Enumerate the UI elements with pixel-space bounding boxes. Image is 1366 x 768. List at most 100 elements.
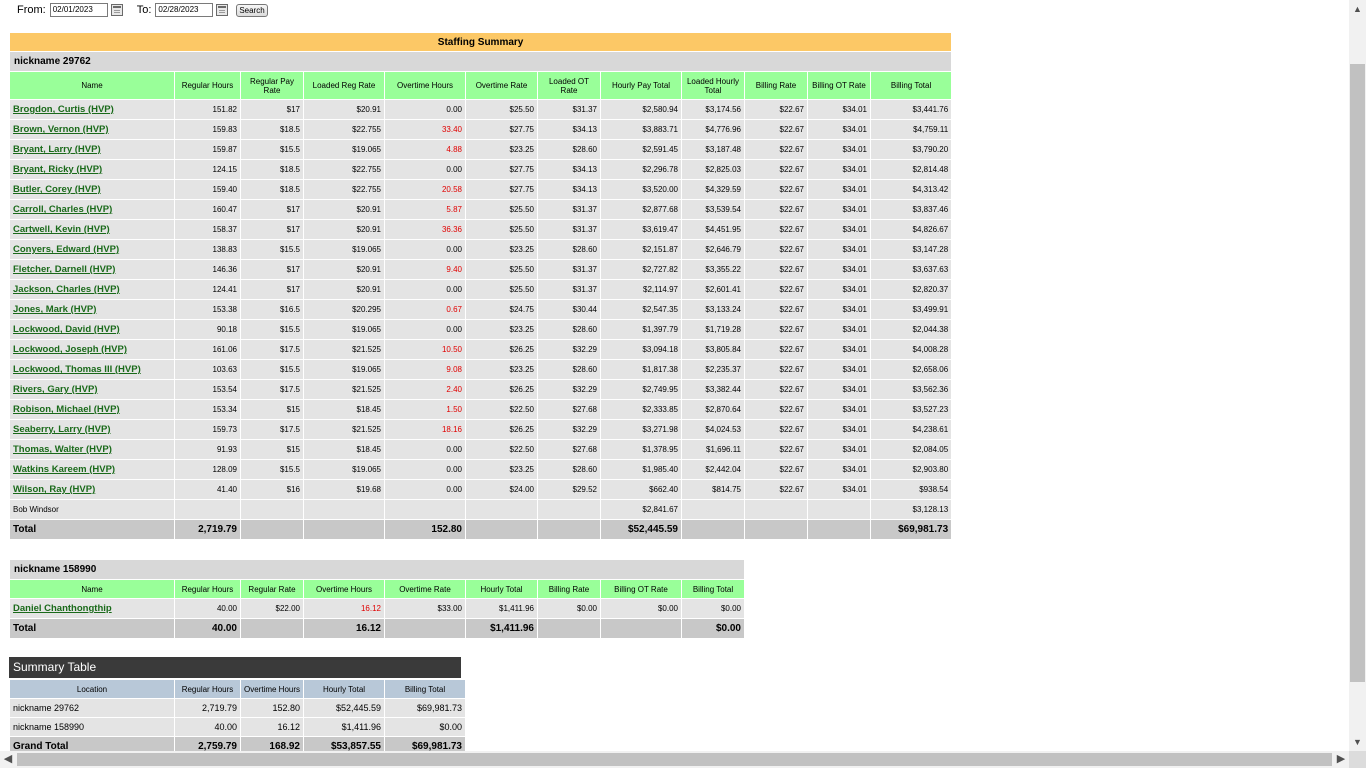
employee-link[interactable]: Watkins Kareem (HVP) bbox=[13, 464, 115, 475]
value-cell: $2,547.35 bbox=[600, 299, 682, 320]
employee-link[interactable]: Brogdon, Curtis (HVP) bbox=[13, 104, 114, 115]
employee-link[interactable]: Fletcher, Darnell (HVP) bbox=[13, 264, 115, 275]
value-cell: $2,442.04 bbox=[681, 459, 745, 480]
value-cell: 0.67 bbox=[384, 299, 466, 320]
page-viewport: From: To: Search Staffing Summary nickna… bbox=[0, 0, 1349, 751]
employee-link[interactable]: Lockwood, David (HVP) bbox=[13, 324, 120, 335]
column-header: Regular Hours bbox=[174, 679, 241, 699]
vertical-scroll-thumb[interactable] bbox=[1350, 64, 1365, 682]
employee-link[interactable]: Thomas, Walter (HVP) bbox=[13, 444, 112, 455]
value-cell: $2,580.94 bbox=[600, 99, 682, 120]
employee-link[interactable]: Jackson, Charles (HVP) bbox=[13, 284, 120, 295]
value-cell: $23.25 bbox=[465, 459, 538, 480]
value-cell: $18.5 bbox=[240, 179, 304, 200]
employee-link[interactable]: Seaberry, Larry (HVP) bbox=[13, 424, 111, 435]
value-cell: $3,133.24 bbox=[681, 299, 745, 320]
column-header: Overtime Hours bbox=[384, 71, 466, 100]
employee-link[interactable]: Daniel Chanthongthip bbox=[13, 603, 112, 614]
value-cell: $22.67 bbox=[744, 339, 808, 360]
value-cell: $19.065 bbox=[303, 139, 385, 160]
employee-link[interactable]: Butler, Corey (HVP) bbox=[13, 184, 101, 195]
employee-link[interactable]: Lockwood, Joseph (HVP) bbox=[13, 344, 127, 355]
employee-link[interactable]: Robison, Michael (HVP) bbox=[13, 404, 120, 415]
empty-cell bbox=[240, 499, 304, 520]
summary-row: nickname 29762 2,719.79 152.80 $52,445.59 $6… bbox=[9, 698, 466, 718]
value-cell: $32.29 bbox=[537, 379, 601, 400]
employee-link[interactable]: Bryant, Ricky (HVP) bbox=[13, 164, 102, 175]
employee-row: Seaberry, Larry (HVP) 159.73 $17.5 $21.525 1… bbox=[9, 419, 953, 440]
column-header: Billing OT Rate bbox=[600, 579, 682, 599]
value-cell: $34.01 bbox=[807, 139, 871, 160]
name-cell: Robison, Michael (HVP) bbox=[9, 399, 175, 420]
value-cell: 158.37 bbox=[174, 219, 241, 240]
value-cell: $22.67 bbox=[744, 359, 808, 380]
empty-cell bbox=[681, 499, 745, 520]
empty-cell bbox=[744, 519, 808, 540]
value-cell: $2,814.48 bbox=[869, 159, 953, 180]
name-cell: Bob Windsor bbox=[9, 499, 175, 520]
value-cell: 90.18 bbox=[174, 319, 241, 340]
value-cell: 0.00 bbox=[384, 459, 466, 480]
value-cell: 5.87 bbox=[384, 199, 466, 220]
value-cell: $4,759.11 bbox=[869, 119, 953, 140]
value-cell: $34.01 bbox=[807, 219, 871, 240]
employee-link[interactable]: Carroll, Charles (HVP) bbox=[13, 204, 112, 215]
value-cell: 0.00 bbox=[384, 99, 466, 120]
value-cell: $0.00 bbox=[681, 598, 745, 619]
column-header-row: Name Regular Hours Regular Rate Overtime Ho… bbox=[9, 579, 745, 599]
employee-link[interactable]: Lockwood, Thomas III (HVP) bbox=[13, 364, 141, 375]
column-header: Billing OT Rate bbox=[807, 71, 871, 100]
scroll-down-arrow-icon[interactable]: ▼ bbox=[1349, 735, 1366, 749]
value-cell: $18.45 bbox=[303, 439, 385, 460]
value-cell: $938.54 bbox=[869, 479, 953, 500]
value-cell: $33.00 bbox=[384, 598, 466, 619]
value-cell: $15.5 bbox=[240, 359, 304, 380]
horizontal-scrollbar[interactable]: ◀ ▶ bbox=[0, 751, 1349, 768]
value-cell: $28.60 bbox=[537, 319, 601, 340]
value-cell: $4,238.61 bbox=[869, 419, 953, 440]
value-cell: $25.50 bbox=[465, 219, 538, 240]
search-button[interactable]: Search bbox=[236, 4, 268, 17]
value-cell: $34.01 bbox=[807, 159, 871, 180]
to-calendar-icon[interactable] bbox=[216, 4, 229, 16]
value-cell: $2,151.87 bbox=[600, 239, 682, 260]
employee-link[interactable]: Brown, Vernon (HVP) bbox=[13, 124, 109, 135]
value-cell: $34.13 bbox=[537, 179, 601, 200]
value-cell: $23.25 bbox=[465, 359, 538, 380]
from-calendar-icon[interactable] bbox=[110, 4, 123, 16]
employee-link[interactable]: Wilson, Ray (HVP) bbox=[13, 484, 95, 495]
name-cell: Brown, Vernon (HVP) bbox=[9, 119, 175, 140]
grand-total-value: 2,759.79 bbox=[174, 736, 241, 751]
employee-link[interactable]: Conyers, Edward (HVP) bbox=[13, 244, 119, 255]
horizontal-scroll-thumb[interactable] bbox=[17, 753, 1332, 766]
scroll-right-arrow-icon[interactable]: ▶ bbox=[1333, 751, 1349, 768]
value-cell: 10.50 bbox=[384, 339, 466, 360]
scroll-up-arrow-icon[interactable]: ▲ bbox=[1349, 2, 1366, 16]
employee-link[interactable]: Rivers, Gary (HVP) bbox=[13, 384, 97, 395]
value-cell: $1,378.95 bbox=[600, 439, 682, 460]
employee-link[interactable]: Cartwell, Kevin (HVP) bbox=[13, 224, 110, 235]
value-cell: $31.37 bbox=[537, 219, 601, 240]
vertical-scrollbar[interactable]: ▲ ▼ bbox=[1349, 0, 1366, 751]
employee-row: Brogdon, Curtis (HVP) 151.82 $17 $20.91 0.00… bbox=[9, 99, 953, 120]
name-cell: Cartwell, Kevin (HVP) bbox=[9, 219, 175, 240]
from-date-input[interactable] bbox=[49, 3, 108, 17]
employee-link[interactable]: Bryant, Larry (HVP) bbox=[13, 144, 101, 155]
value-cell: 160.47 bbox=[174, 199, 241, 220]
value-cell: 4.88 bbox=[384, 139, 466, 160]
value-cell: $3,094.18 bbox=[600, 339, 682, 360]
empty-cell bbox=[384, 499, 466, 520]
date-filter-bar: From: To: bbox=[17, 2, 242, 18]
to-date-input[interactable] bbox=[155, 3, 214, 17]
value-cell: $28.60 bbox=[537, 239, 601, 260]
employee-link[interactable]: Jones, Mark (HVP) bbox=[13, 304, 96, 315]
value-cell: 159.40 bbox=[174, 179, 241, 200]
value-cell: $22.67 bbox=[744, 419, 808, 440]
scroll-left-arrow-icon[interactable]: ◀ bbox=[0, 751, 16, 768]
value-cell: $3,174.56 bbox=[681, 99, 745, 120]
value-cell: $27.75 bbox=[465, 119, 538, 140]
name-cell: Rivers, Gary (HVP) bbox=[9, 379, 175, 400]
empty-cell bbox=[537, 499, 601, 520]
value-cell: 16.12 bbox=[303, 598, 385, 619]
value-cell: $1,817.38 bbox=[600, 359, 682, 380]
